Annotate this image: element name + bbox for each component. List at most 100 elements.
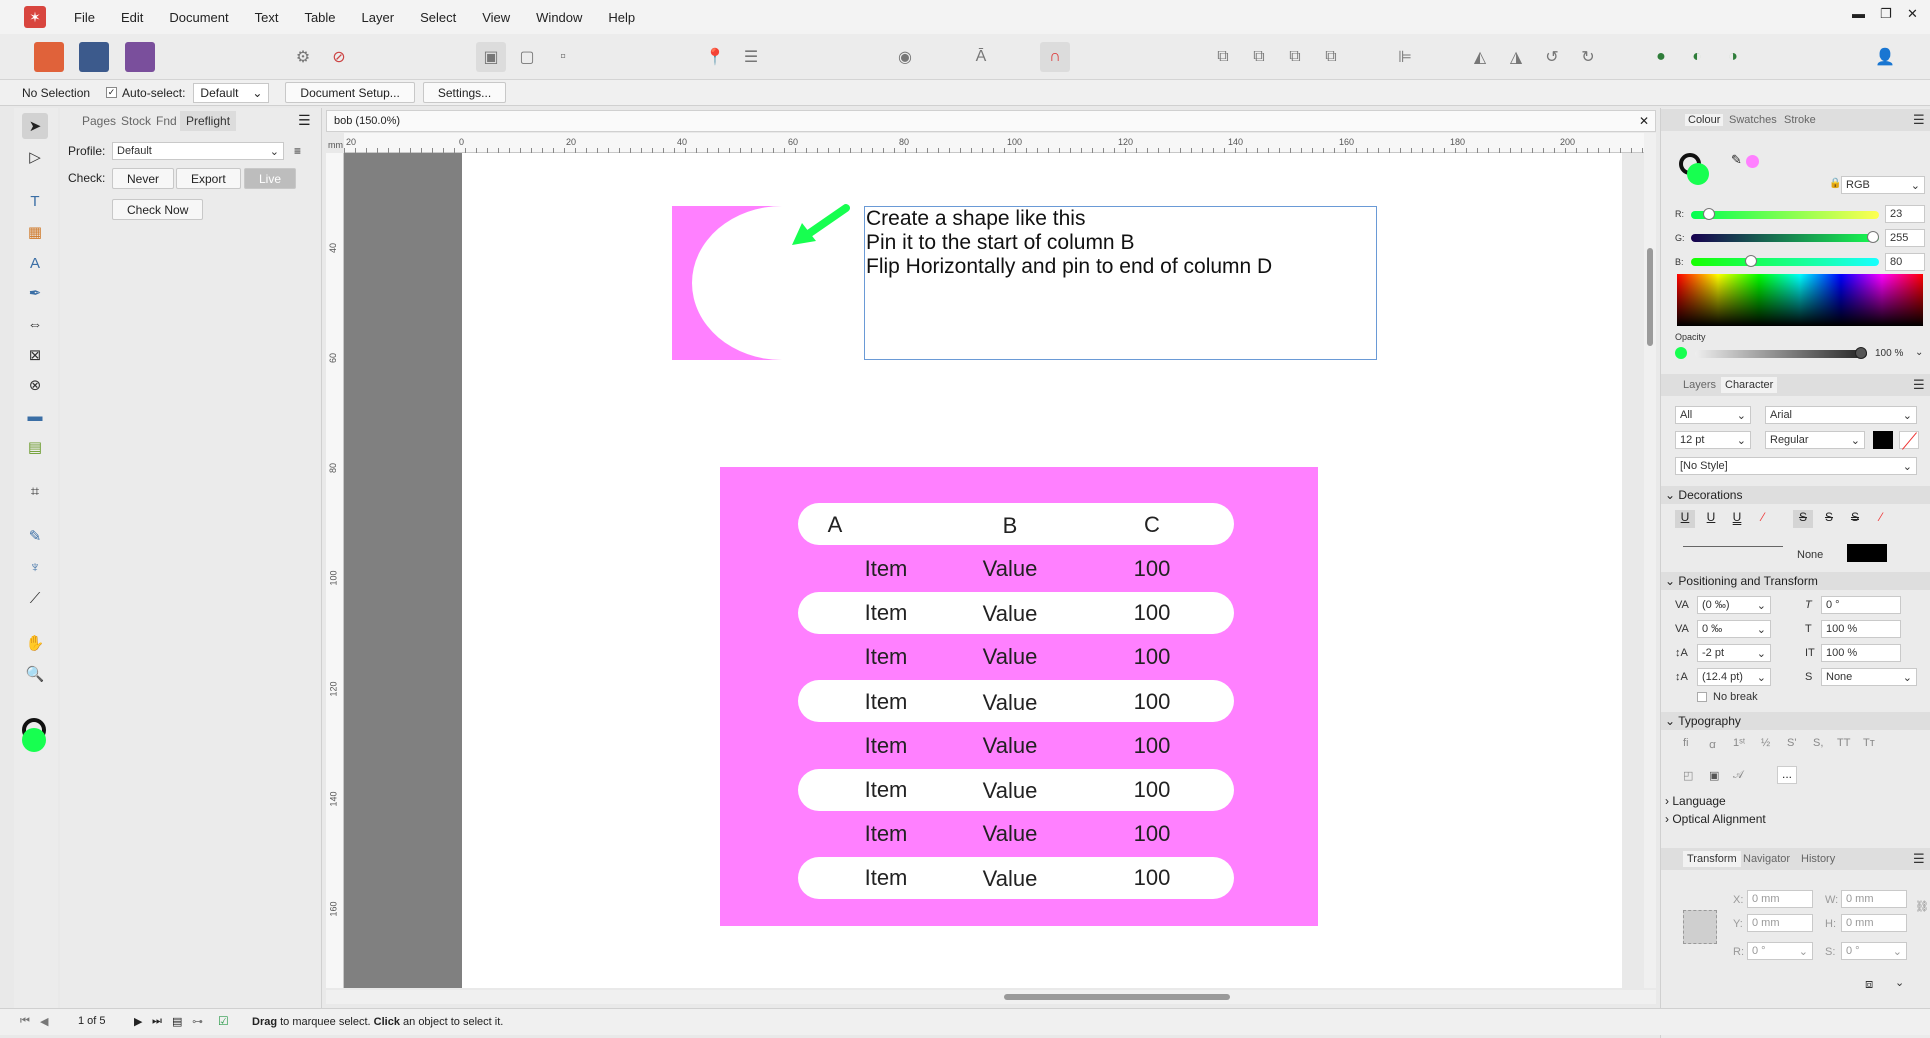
fill-tool-icon[interactable]: ♆ [22, 554, 48, 580]
opacity-value[interactable]: 100 % [1875, 348, 1903, 359]
align-icon[interactable]: ⊫ [1390, 42, 1420, 72]
view-mode-bleed-icon[interactable]: ▢ [512, 42, 542, 72]
w-field[interactable]: 0 mm [1841, 890, 1907, 908]
text-highlight-none-swatch[interactable] [1899, 431, 1919, 450]
restore-button[interactable]: ❐ [1880, 6, 1892, 22]
text-frame-icon[interactable]: Ā [966, 42, 996, 72]
shape-tool-icon[interactable]: ▤ [22, 434, 48, 460]
underline-colour-none-icon[interactable]: ⁄ [1753, 510, 1773, 528]
menu-help[interactable]: Help [608, 10, 635, 25]
panel-menu-icon[interactable]: ☰ [1913, 112, 1925, 128]
table-frame[interactable]: A B C Item Value 100 Item Value 100 Item… [720, 467, 1318, 926]
horizontal-scrollbar[interactable] [326, 990, 1656, 1004]
menu-table[interactable]: Table [304, 10, 335, 25]
chevron-down-icon[interactable]: ⌄ [1895, 976, 1904, 989]
publisher-persona-icon[interactable] [34, 42, 64, 72]
fractions-icon[interactable]: ½ [1761, 737, 1770, 749]
menu-text[interactable]: Text [255, 10, 279, 25]
character-scope-dropdown[interactable]: All ⌄ [1675, 406, 1751, 424]
place-image-icon[interactable]: ▬ [22, 403, 48, 429]
check-export-button[interactable]: Export [176, 168, 241, 189]
lock-icon[interactable]: 🔒 [1829, 178, 1841, 189]
color-picker-icon[interactable]: ✎ [22, 523, 48, 549]
font-weight-dropdown[interactable]: Regular ⌄ [1765, 431, 1865, 449]
document-tab-title[interactable]: bob (150.0%) [334, 115, 400, 127]
preview-mode-icon[interactable]: ◉ [890, 42, 920, 72]
kerning-field[interactable]: 0 ‰ ⌄ [1697, 620, 1771, 638]
check-live-button[interactable]: Live [244, 168, 297, 189]
menu-file[interactable]: File [74, 10, 95, 25]
panel-menu-icon[interactable]: ☰ [1913, 377, 1925, 393]
y-field[interactable]: 0 mm [1747, 914, 1813, 932]
arrange-front-icon[interactable]: ⧉ [1316, 42, 1346, 72]
more-typography-button[interactable]: ... [1777, 766, 1797, 784]
picked-colour-swatch[interactable] [1746, 155, 1759, 168]
boolean-intersect-icon[interactable]: ◑ [1718, 42, 1748, 72]
close-document-icon[interactable]: ✕ [1639, 114, 1649, 128]
minimize-button[interactable]: ▬ [1852, 6, 1865, 21]
underline-none-icon[interactable]: U [1675, 510, 1695, 528]
node-tool-icon[interactable]: ▷ [22, 144, 48, 170]
document-setup-button[interactable]: Document Setup... [285, 82, 415, 103]
profile-options-icon[interactable]: ≡ [294, 144, 301, 158]
discretionary-ligatures-icon[interactable]: ꭤ [1709, 737, 1716, 752]
opacity-slider-handle[interactable] [1855, 347, 1867, 359]
auto-select-dropdown[interactable]: Default ⌄ [193, 82, 270, 103]
stylistic-alternates-icon[interactable]: ◰ [1683, 769, 1693, 782]
menu-view[interactable]: View [482, 10, 510, 25]
vertical-scrollbar[interactable] [1644, 133, 1656, 988]
hand-tool-icon[interactable]: ✋ [22, 630, 48, 656]
table-tool-icon[interactable]: ▦ [22, 219, 48, 245]
boolean-add-icon[interactable]: ● [1646, 42, 1676, 72]
first-page-icon[interactable]: ⏮ [20, 1015, 30, 1028]
green-slider-handle[interactable] [1867, 231, 1879, 243]
fill-stroke-swatch[interactable] [22, 718, 48, 752]
tab-colour[interactable]: Colour [1685, 114, 1724, 126]
arrange-backward-icon[interactable]: ⧉ [1244, 42, 1274, 72]
designer-persona-icon[interactable] [79, 42, 109, 72]
pen-tool-icon[interactable]: ✒ [22, 280, 48, 306]
anchor-point-selector[interactable] [1683, 910, 1717, 944]
green-value-field[interactable]: 255 [1885, 229, 1925, 247]
tracking-field[interactable]: (0 ‰) ⌄ [1697, 596, 1771, 614]
tab-stock[interactable]: Stock [121, 114, 151, 128]
green-arrow-shape[interactable] [790, 203, 850, 248]
panel-menu-icon[interactable]: ☰ [1913, 851, 1925, 867]
colour-spectrum[interactable] [1677, 274, 1923, 326]
optical-alignment-section[interactable]: › Optical Alignment [1665, 812, 1766, 826]
red-slider[interactable] [1691, 208, 1879, 220]
tab-find[interactable]: Fnd [156, 114, 177, 128]
photo-persona-icon[interactable] [125, 42, 155, 72]
menu-document[interactable]: Document [169, 10, 228, 25]
colour-fill-stroke-wells[interactable] [1679, 153, 1711, 193]
colour-model-dropdown[interactable]: RGB ⌄ [1841, 176, 1925, 194]
language-section[interactable]: › Language [1665, 794, 1726, 808]
horizontal-scroll-thumb[interactable] [1004, 994, 1230, 1000]
eyedropper-icon[interactable]: ⟋ [22, 585, 48, 611]
blue-slider-handle[interactable] [1745, 255, 1757, 267]
user-account-icon[interactable]: 👤 [1870, 42, 1900, 72]
text-colour-swatch[interactable] [1873, 431, 1893, 449]
font-size-dropdown[interactable]: 12 pt ⌄ [1675, 431, 1751, 449]
panel-menu-icon[interactable]: ☰ [298, 112, 311, 129]
arrange-forward-icon[interactable]: ⧉ [1280, 42, 1310, 72]
preflight-icon[interactable]: ⊘ [324, 42, 354, 72]
tab-pages[interactable]: Pages [82, 114, 116, 128]
positioning-section[interactable]: ⌄ Positioning and Transform [1661, 572, 1930, 590]
document-canvas[interactable]: Create a shape like this Pin it to the s… [344, 153, 1622, 988]
script-dropdown[interactable]: None ⌄ [1821, 668, 1917, 686]
strikethrough-none-icon[interactable]: S [1793, 510, 1813, 528]
previous-page-icon[interactable]: ◀ [40, 1015, 48, 1028]
red-value-field[interactable]: 23 [1885, 205, 1925, 223]
flip-horizontal-icon[interactable]: ◭ [1465, 42, 1495, 72]
colour-picker-eyedropper-icon[interactable]: ✎ [1731, 152, 1742, 168]
subscript-icon[interactable]: S, [1813, 737, 1823, 749]
link-aspect-icon[interactable]: ⛓ [1915, 900, 1929, 913]
tab-character[interactable]: Character [1721, 377, 1778, 393]
view-mode-clip-icon[interactable]: ▫ [548, 42, 578, 72]
swash-icon[interactable]: ▣ [1709, 769, 1719, 782]
next-page-icon[interactable]: ▶ [134, 1015, 142, 1028]
transform-origin-icon[interactable]: ⧈ [1865, 976, 1873, 992]
underline-double-icon[interactable]: U [1727, 510, 1747, 528]
view-options-icon[interactable]: ⊶ [192, 1015, 203, 1028]
